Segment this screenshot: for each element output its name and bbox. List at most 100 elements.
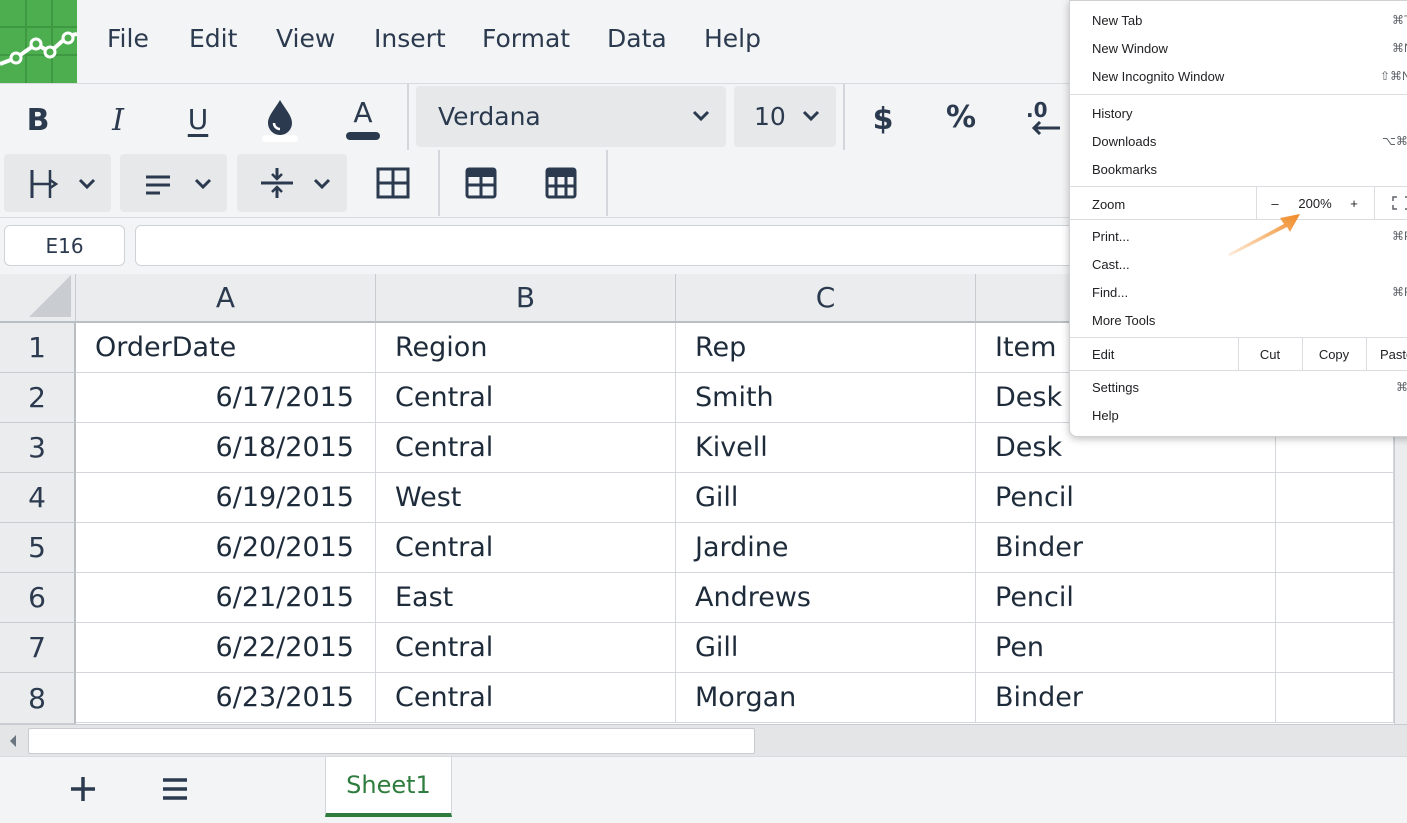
scroll-left-button[interactable] bbox=[0, 725, 26, 756]
insert-row-button[interactable] bbox=[459, 162, 503, 204]
merge-cells-button[interactable] bbox=[372, 162, 414, 204]
cell-reference-box[interactable]: E16 bbox=[4, 225, 125, 266]
menu-item-label: Cast... bbox=[1092, 256, 1130, 272]
cell-d7[interactable]: Pen bbox=[976, 623, 1276, 673]
menu-item-find[interactable]: Find... ⌘F bbox=[1070, 278, 1407, 306]
borders-select[interactable] bbox=[4, 154, 111, 212]
horizontal-align-select[interactable] bbox=[120, 154, 227, 212]
align-left-icon bbox=[146, 175, 170, 195]
menu-item-history[interactable]: History bbox=[1070, 99, 1407, 127]
horizontal-scrollbar[interactable] bbox=[0, 724, 1407, 756]
font-size-select[interactable]: 10 bbox=[734, 86, 836, 147]
row-header[interactable]: 7 bbox=[0, 623, 76, 673]
cell-a5[interactable]: 6/20/2015 bbox=[76, 523, 376, 573]
cell-e5[interactable] bbox=[1276, 523, 1394, 573]
add-sheet-button[interactable] bbox=[62, 769, 104, 809]
cell-b1[interactable]: Region bbox=[376, 323, 676, 373]
bold-button[interactable]: B bbox=[14, 98, 62, 142]
decrease-decimal-button[interactable]: .0 bbox=[1020, 92, 1066, 142]
percent-format-button[interactable]: % bbox=[938, 94, 984, 140]
menu-help[interactable]: Help bbox=[704, 24, 761, 53]
cell-e6[interactable] bbox=[1276, 573, 1394, 623]
row-header[interactable]: 4 bbox=[0, 473, 76, 523]
scrollbar-thumb[interactable] bbox=[28, 728, 755, 754]
fullscreen-button[interactable] bbox=[1386, 189, 1407, 217]
cell-a4[interactable]: 6/19/2015 bbox=[76, 473, 376, 523]
vertical-align-middle-icon bbox=[261, 168, 293, 198]
menu-item-new-tab[interactable]: New Tab ⌘T bbox=[1070, 6, 1407, 34]
zoom-in-button[interactable]: + bbox=[1338, 189, 1370, 217]
menu-file[interactable]: File bbox=[107, 24, 149, 53]
cell-c7[interactable]: Gill bbox=[676, 623, 976, 673]
cell-a3[interactable]: 6/18/2015 bbox=[76, 423, 376, 473]
cell-a2[interactable]: 6/17/2015 bbox=[76, 373, 376, 423]
cell-c5[interactable]: Jardine bbox=[676, 523, 976, 573]
cell-c3[interactable]: Kivell bbox=[676, 423, 976, 473]
shortcut-label: ⌘F bbox=[1392, 285, 1407, 299]
vertical-align-select[interactable] bbox=[237, 154, 347, 212]
insert-column-button[interactable] bbox=[539, 162, 583, 204]
currency-format-button[interactable]: $ bbox=[860, 96, 906, 142]
cell-b5[interactable]: Central bbox=[376, 523, 676, 573]
cell-b2[interactable]: Central bbox=[376, 373, 676, 423]
cell-d8[interactable]: Binder bbox=[976, 673, 1276, 723]
cell-b6[interactable]: East bbox=[376, 573, 676, 623]
italic-button[interactable]: I bbox=[94, 98, 142, 142]
cell-e4[interactable] bbox=[1276, 473, 1394, 523]
fill-color-button[interactable] bbox=[256, 94, 304, 144]
cell-c6[interactable]: Andrews bbox=[676, 573, 976, 623]
column-header-b[interactable]: B bbox=[376, 274, 676, 323]
column-header-a[interactable]: A bbox=[76, 274, 376, 323]
copy-button[interactable]: Copy bbox=[1302, 339, 1366, 369]
column-header-c[interactable]: C bbox=[676, 274, 976, 323]
row-header[interactable]: 8 bbox=[0, 673, 76, 724]
cell-c4[interactable]: Gill bbox=[676, 473, 976, 523]
select-all-corner[interactable] bbox=[0, 274, 76, 323]
menu-edit[interactable]: Edit bbox=[189, 24, 237, 53]
row-header[interactable]: 2 bbox=[0, 373, 76, 423]
cut-button[interactable]: Cut bbox=[1238, 339, 1302, 369]
cell-b7[interactable]: Central bbox=[376, 623, 676, 673]
menu-item-bookmarks[interactable]: Bookmarks bbox=[1070, 155, 1407, 183]
cell-b3[interactable]: Central bbox=[376, 423, 676, 473]
border-left-icon bbox=[30, 170, 59, 198]
menu-item-new-incognito-window[interactable]: New Incognito Window ⇧⌘N bbox=[1070, 62, 1407, 90]
font-family-select[interactable]: Verdana bbox=[416, 86, 726, 147]
decimal-label: .0 bbox=[1026, 98, 1048, 122]
cell-d6[interactable]: Pencil bbox=[976, 573, 1276, 623]
cell-d4[interactable]: Pencil bbox=[976, 473, 1276, 523]
menu-item-help[interactable]: Help bbox=[1070, 401, 1407, 429]
cell-c8[interactable]: Morgan bbox=[676, 673, 976, 723]
menu-item-more-tools[interactable]: More Tools bbox=[1070, 306, 1407, 334]
text-color-label: A bbox=[353, 96, 373, 129]
menu-insert[interactable]: Insert bbox=[374, 24, 446, 53]
cell-a8[interactable]: 6/23/2015 bbox=[76, 673, 376, 723]
cell-e7[interactable] bbox=[1276, 623, 1394, 673]
row-header[interactable]: 1 bbox=[0, 323, 76, 373]
menu-data[interactable]: Data bbox=[607, 24, 667, 53]
menu-view[interactable]: View bbox=[276, 24, 335, 53]
cell-a6[interactable]: 6/21/2015 bbox=[76, 573, 376, 623]
menu-item-settings[interactable]: Settings ⌘, bbox=[1070, 373, 1407, 401]
sheet-tab-sheet1[interactable]: Sheet1 bbox=[325, 757, 452, 817]
cell-e8[interactable] bbox=[1276, 673, 1394, 723]
cell-a7[interactable]: 6/22/2015 bbox=[76, 623, 376, 673]
menu-item-downloads[interactable]: Downloads ⌥⌘L bbox=[1070, 127, 1407, 155]
underline-button[interactable]: U bbox=[174, 96, 222, 142]
cell-c2[interactable]: Smith bbox=[676, 373, 976, 423]
menu-format[interactable]: Format bbox=[482, 24, 570, 53]
row-header[interactable]: 6 bbox=[0, 573, 76, 623]
text-color-button[interactable]: A bbox=[338, 94, 388, 144]
cell-a1[interactable]: OrderDate bbox=[76, 323, 376, 373]
cell-b8[interactable]: Central bbox=[376, 673, 676, 723]
cell-c1[interactable]: Rep bbox=[676, 323, 976, 373]
cell-b4[interactable]: West bbox=[376, 473, 676, 523]
row-header[interactable]: 5 bbox=[0, 523, 76, 573]
cell-d5[interactable]: Binder bbox=[976, 523, 1276, 573]
arrow-left-icon bbox=[1031, 121, 1060, 135]
menu-item-new-window[interactable]: New Window ⌘N bbox=[1070, 34, 1407, 62]
paste-button[interactable]: Paste bbox=[1366, 339, 1407, 369]
all-sheets-button[interactable] bbox=[154, 769, 196, 809]
row-header[interactable]: 3 bbox=[0, 423, 76, 473]
menu-item-label: Find... bbox=[1092, 284, 1129, 300]
